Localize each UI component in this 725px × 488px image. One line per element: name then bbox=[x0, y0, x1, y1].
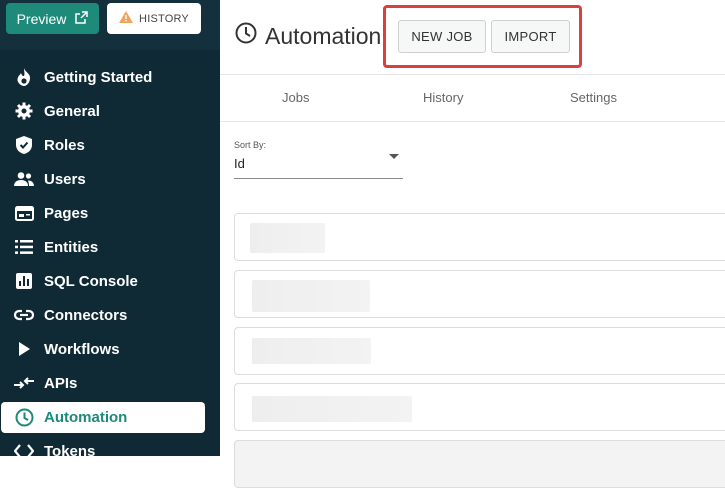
code-icon bbox=[14, 441, 34, 456]
history-button[interactable]: HISTORY bbox=[107, 3, 201, 34]
sidebar-item-entities[interactable]: Entities bbox=[0, 230, 220, 264]
skeleton-line bbox=[252, 338, 371, 364]
sidebar-item-connectors[interactable]: Connectors bbox=[0, 298, 220, 332]
sort-by-select[interactable]: Id bbox=[234, 153, 403, 179]
tab-bar: Jobs History Settings bbox=[220, 74, 725, 122]
job-card-placeholder[interactable] bbox=[234, 383, 725, 431]
job-card-placeholder[interactable] bbox=[234, 440, 725, 488]
flame-icon bbox=[14, 67, 34, 87]
sidebar-item-general[interactable]: General bbox=[0, 94, 220, 128]
sidebar-item-pages[interactable]: Pages bbox=[0, 196, 220, 230]
sidebar-item-label: Getting Started bbox=[44, 68, 153, 86]
pages-icon bbox=[14, 203, 34, 223]
skeleton-line bbox=[252, 396, 412, 422]
sidebar-item-label: SQL Console bbox=[44, 272, 138, 290]
sidebar-item-workflows[interactable]: Workflows bbox=[0, 332, 220, 366]
sidebar: Preview HISTORY Getting Started General bbox=[0, 0, 220, 456]
job-card-placeholder[interactable] bbox=[234, 327, 725, 375]
sidebar-item-sql-console[interactable]: SQL Console bbox=[0, 264, 220, 298]
tab-history[interactable]: History bbox=[423, 90, 463, 105]
sidebar-item-roles[interactable]: Roles bbox=[0, 128, 220, 162]
new-job-button[interactable]: NEW JOB bbox=[398, 20, 486, 53]
page-title: Automation bbox=[235, 22, 381, 50]
link-icon bbox=[14, 305, 34, 325]
preview-button[interactable]: Preview bbox=[6, 3, 99, 34]
page-title-text: Automation bbox=[265, 22, 382, 49]
sort-by-value: Id bbox=[234, 156, 245, 171]
sidebar-item-label: Automation bbox=[44, 409, 128, 426]
sidebar-nav: Getting Started General Roles Users Page… bbox=[0, 60, 220, 456]
sidebar-item-label: Connectors bbox=[44, 306, 128, 324]
sidebar-item-label: APIs bbox=[44, 374, 78, 392]
sidebar-item-label: Pages bbox=[44, 204, 89, 222]
skeleton-line bbox=[250, 223, 325, 253]
job-card-placeholder[interactable] bbox=[234, 270, 725, 318]
sidebar-item-label: Workflows bbox=[44, 340, 120, 358]
tab-settings[interactable]: Settings bbox=[570, 90, 617, 105]
import-button[interactable]: IMPORT bbox=[491, 20, 570, 53]
shield-check-icon bbox=[14, 135, 34, 155]
tab-jobs[interactable]: Jobs bbox=[282, 90, 309, 105]
history-label: HISTORY bbox=[139, 12, 189, 25]
users-icon bbox=[14, 169, 34, 189]
clock-icon bbox=[14, 408, 34, 428]
external-link-icon bbox=[75, 10, 89, 27]
job-card-placeholder[interactable] bbox=[234, 213, 725, 261]
sidebar-item-label: Entities bbox=[44, 238, 99, 256]
clock-icon bbox=[235, 22, 257, 50]
sidebar-item-automation[interactable]: Automation bbox=[1, 402, 205, 433]
sidebar-item-getting-started[interactable]: Getting Started bbox=[0, 60, 220, 94]
main-content: Automation NEW JOB IMPORT Jobs History S… bbox=[220, 0, 725, 488]
gear-icon bbox=[14, 101, 34, 121]
warning-icon bbox=[119, 11, 134, 26]
sidebar-item-label: Users bbox=[44, 170, 86, 188]
list-icon bbox=[14, 237, 34, 257]
sidebar-item-apis[interactable]: APIs bbox=[0, 366, 220, 400]
sort-by-label: Sort By: bbox=[234, 140, 267, 150]
sidebar-item-label: Tokens bbox=[44, 442, 96, 457]
chart-icon bbox=[14, 271, 34, 291]
arrows-icon bbox=[14, 373, 34, 393]
skeleton-line bbox=[252, 280, 370, 312]
sidebar-item-label: General bbox=[44, 102, 100, 120]
play-icon bbox=[14, 339, 34, 359]
sidebar-top-bar: Preview HISTORY bbox=[0, 0, 220, 50]
sidebar-item-users[interactable]: Users bbox=[0, 162, 220, 196]
sidebar-item-tokens[interactable]: Tokens bbox=[0, 434, 220, 456]
sidebar-item-label: Roles bbox=[44, 136, 85, 154]
chevron-down-icon bbox=[389, 154, 399, 159]
preview-label: Preview bbox=[16, 10, 67, 27]
page-header: Automation NEW JOB IMPORT bbox=[220, 0, 725, 75]
